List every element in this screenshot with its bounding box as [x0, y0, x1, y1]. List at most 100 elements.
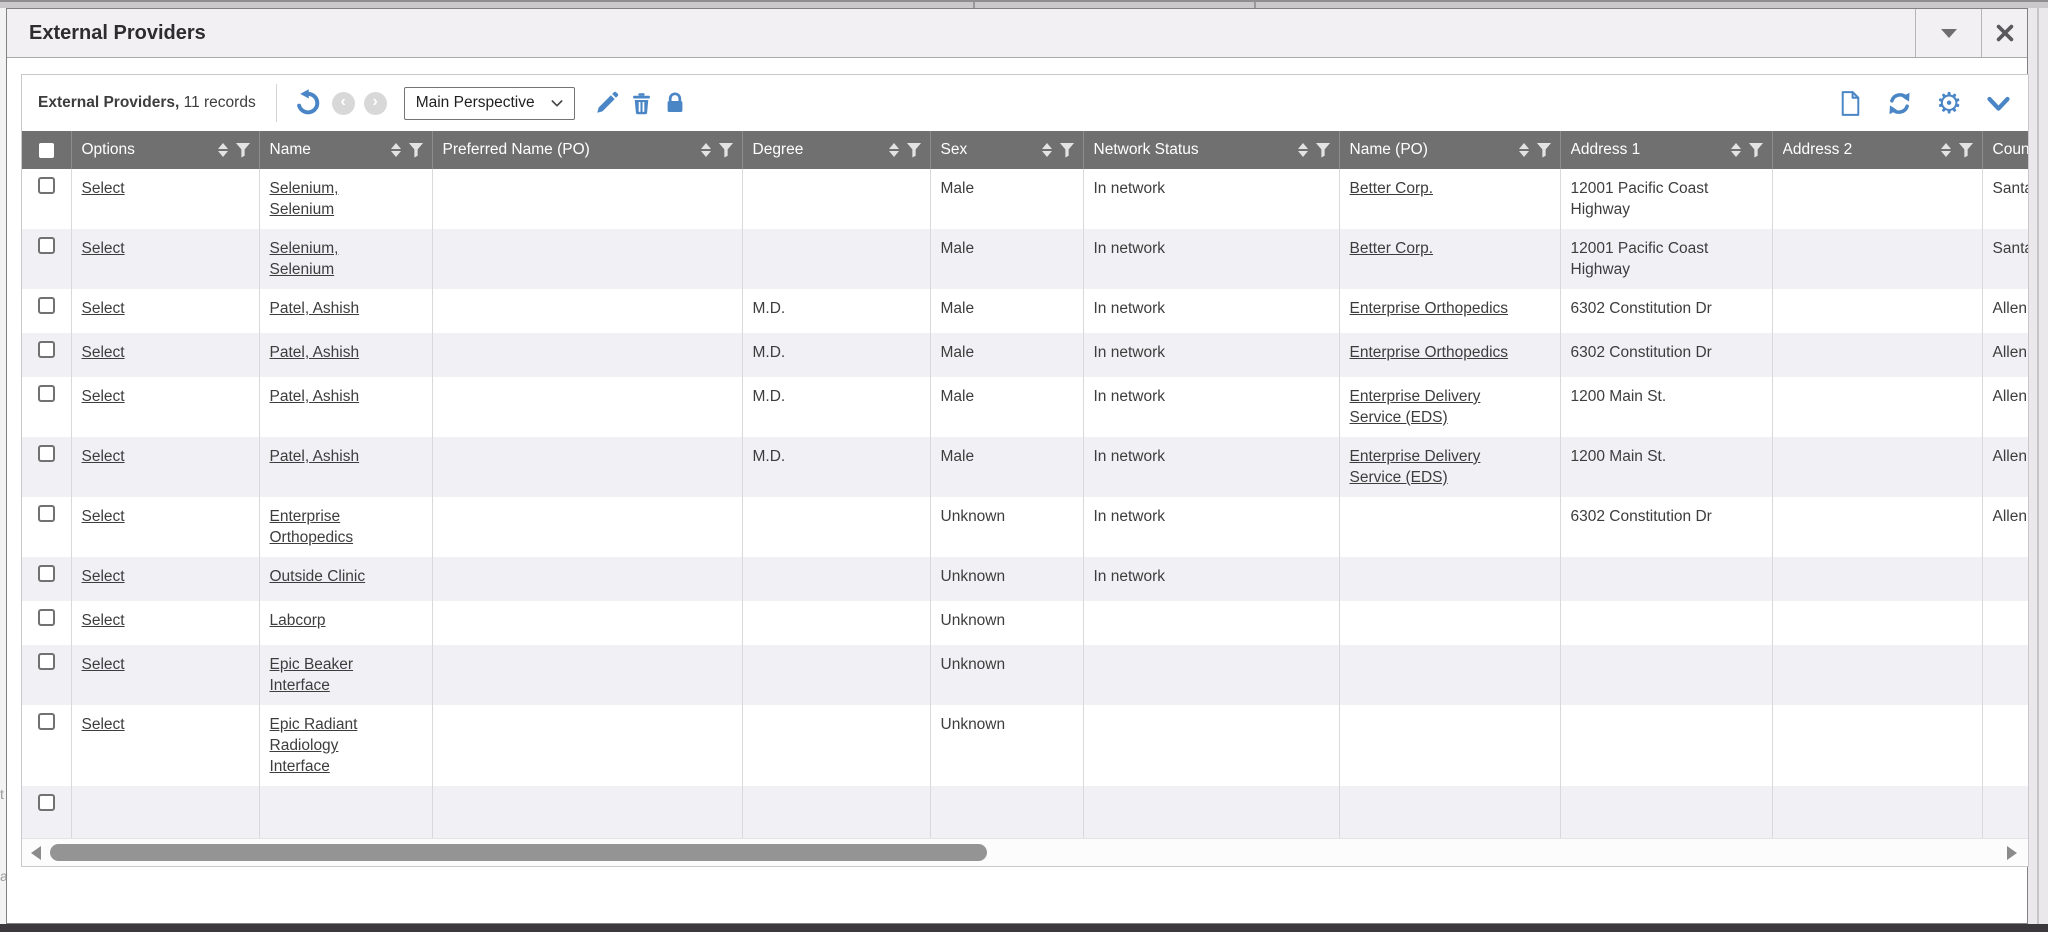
filter-icon[interactable] — [1316, 143, 1331, 158]
horizontal-scrollbar[interactable] — [22, 838, 2028, 866]
column-header-preferred_name[interactable]: Preferred Name (PO) — [432, 131, 742, 169]
filter-icon[interactable] — [1749, 143, 1764, 158]
options-link[interactable]: Select — [82, 180, 125, 197]
row-checkbox[interactable] — [38, 609, 55, 626]
filter-icon[interactable] — [907, 143, 922, 158]
sort-icon[interactable] — [1731, 143, 1741, 158]
options-link[interactable]: Select — [82, 716, 125, 733]
cell-options: Select — [71, 229, 259, 289]
trash-icon — [629, 91, 654, 116]
column-header-name[interactable]: Name — [259, 131, 432, 169]
options-link[interactable]: Select — [82, 612, 125, 629]
collapse-button[interactable] — [1915, 9, 1981, 57]
county-text: Allen — [1993, 388, 2027, 405]
name_po-link[interactable]: Better Corp. — [1350, 240, 1434, 257]
row-checkbox[interactable] — [38, 237, 55, 254]
row-checkbox[interactable] — [38, 177, 55, 194]
column-header-county[interactable]: County — [1982, 131, 2028, 169]
cell-address2 — [1772, 645, 1982, 705]
name_po-link[interactable]: Enterprise Orthopedics — [1350, 344, 1509, 361]
column-header-network_status[interactable]: Network Status — [1083, 131, 1339, 169]
cell-checkbox — [22, 645, 71, 705]
name-link[interactable]: Epic Beaker Interface — [270, 656, 354, 694]
row-checkbox[interactable] — [38, 341, 55, 358]
name-link[interactable]: Selenium, Selenium — [270, 180, 339, 218]
settings-button[interactable]: ⚙ — [1936, 89, 1962, 118]
name_po-link[interactable]: Enterprise Delivery Service (EDS) — [1350, 388, 1481, 426]
name_po-link[interactable]: Better Corp. — [1350, 180, 1434, 197]
column-header-sex[interactable]: Sex — [930, 131, 1083, 169]
filter-icon[interactable] — [1537, 143, 1552, 158]
options-link[interactable]: Select — [82, 344, 125, 361]
perspective-select[interactable]: Main Perspective — [404, 87, 575, 120]
column-header-options[interactable]: Options — [71, 131, 259, 169]
row-checkbox[interactable] — [38, 794, 55, 811]
sort-icon[interactable] — [1298, 143, 1308, 158]
close-button[interactable] — [1981, 9, 2027, 57]
refresh-button[interactable] — [1886, 90, 1913, 117]
name_po-link[interactable]: Enterprise Orthopedics — [1350, 300, 1509, 317]
column-header-address2[interactable]: Address 2 — [1772, 131, 1982, 169]
options-link[interactable]: Select — [82, 388, 125, 405]
cell-preferred_name — [432, 786, 742, 838]
scroll-left-arrow-icon[interactable] — [31, 846, 41, 860]
select-all-checkbox[interactable] — [39, 143, 54, 158]
sex-text: Unknown — [941, 656, 1006, 673]
sort-icon[interactable] — [889, 143, 899, 158]
row-checkbox[interactable] — [38, 385, 55, 402]
sort-icon[interactable] — [1519, 143, 1529, 158]
sort-icon[interactable] — [391, 143, 401, 158]
row-checkbox[interactable] — [38, 653, 55, 670]
new-record-button[interactable] — [1838, 90, 1863, 117]
name-link[interactable]: Selenium, Selenium — [270, 240, 339, 278]
row-checkbox[interactable] — [38, 445, 55, 462]
edit-perspective-button[interactable] — [594, 90, 620, 116]
row-checkbox[interactable] — [38, 505, 55, 522]
options-link[interactable]: Select — [82, 240, 125, 257]
options-link[interactable]: Select — [82, 656, 125, 673]
row-checkbox[interactable] — [38, 565, 55, 582]
name-link[interactable]: Enterprise Orthopedics — [270, 508, 354, 546]
filter-icon[interactable] — [1959, 143, 1974, 158]
sort-icon[interactable] — [218, 143, 228, 158]
column-header-degree[interactable]: Degree — [742, 131, 930, 169]
lock-perspective-button[interactable] — [663, 91, 687, 115]
column-header-name_po[interactable]: Name (PO) — [1339, 131, 1560, 169]
address1-text: 12001 Pacific Coast Highway — [1571, 240, 1709, 278]
cell-checkbox — [22, 601, 71, 645]
name_po-link[interactable]: Enterprise Delivery Service (EDS) — [1350, 448, 1481, 486]
options-link[interactable]: Select — [82, 300, 125, 317]
name-link[interactable]: Labcorp — [270, 612, 326, 629]
previous-perspective-button[interactable]: ‹ — [332, 92, 355, 115]
filter-icon[interactable] — [1060, 143, 1075, 158]
name-link[interactable]: Patel, Ashish — [270, 448, 360, 465]
name-link[interactable]: Epic Radiant Radiology Interface — [270, 716, 358, 775]
sort-icon[interactable] — [1042, 143, 1052, 158]
filter-icon[interactable] — [409, 143, 424, 158]
undo-button[interactable] — [293, 88, 323, 118]
cell-preferred_name — [432, 437, 742, 497]
network_status-text: In network — [1094, 448, 1166, 465]
column-header-address1[interactable]: Address 1 — [1560, 131, 1772, 169]
cell-sex: Unknown — [930, 497, 1083, 557]
name-link[interactable]: Patel, Ashish — [270, 388, 360, 405]
sort-icon[interactable] — [1941, 143, 1951, 158]
options-link[interactable]: Select — [82, 508, 125, 525]
options-link[interactable]: Select — [82, 448, 125, 465]
name-link[interactable]: Patel, Ashish — [270, 344, 360, 361]
filter-icon[interactable] — [236, 143, 251, 158]
county-text: Allen — [1993, 508, 2027, 525]
row-checkbox[interactable] — [38, 713, 55, 730]
name-link[interactable]: Outside Clinic — [270, 568, 366, 585]
sort-icon[interactable] — [701, 143, 711, 158]
scrollbar-thumb[interactable] — [50, 844, 987, 861]
options-link[interactable]: Select — [82, 568, 125, 585]
cell-preferred_name — [432, 289, 742, 333]
scroll-right-arrow-icon[interactable] — [2007, 846, 2017, 860]
name-link[interactable]: Patel, Ashish — [270, 300, 360, 317]
delete-perspective-button[interactable] — [629, 91, 654, 116]
next-perspective-button[interactable]: › — [364, 92, 387, 115]
filter-icon[interactable] — [719, 143, 734, 158]
row-checkbox[interactable] — [38, 297, 55, 314]
collapse-grid-button[interactable] — [1985, 90, 2012, 117]
